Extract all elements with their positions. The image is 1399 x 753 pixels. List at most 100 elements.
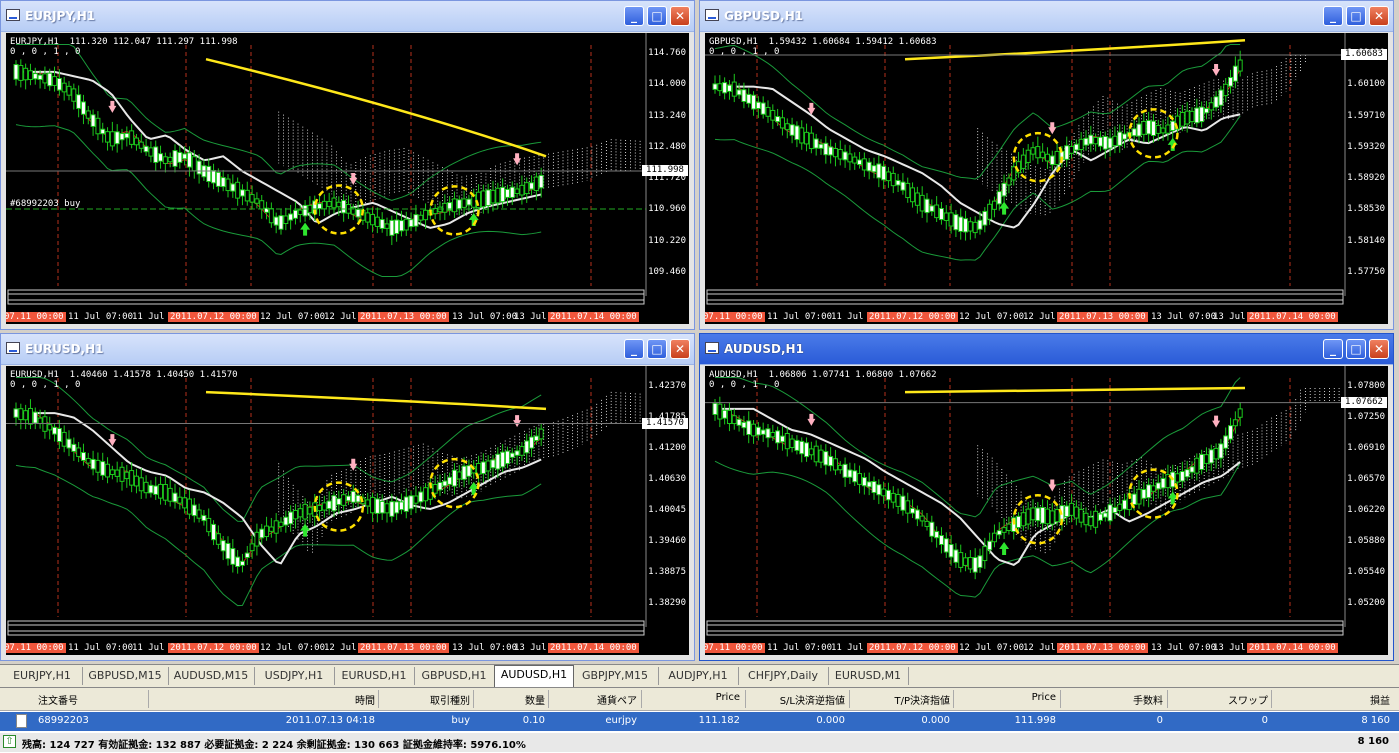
title-bar[interactable]: AUDUSD,H1 _ □ ✕ — [700, 334, 1393, 365]
chart-window-eurjpy[interactable]: EURJPY,H1 _ □ ✕ EURJPY,H1 111.320 112.04… — [0, 0, 695, 330]
candle-body — [760, 429, 766, 435]
chart-window-gbpusd[interactable]: GBPUSD,H1 _ □ ✕ GBPUSD,H1 1.59432 1.6068… — [699, 0, 1394, 330]
candle-body — [447, 476, 453, 485]
chart-canvas[interactable]: EURJPY,H1 111.320 112.047 111.297 111.99… — [6, 33, 689, 324]
column-header[interactable]: 時間 — [355, 692, 375, 707]
sell-arrow-icon — [1212, 64, 1221, 77]
candle-body — [273, 216, 279, 226]
time-tick-label: 2011.07.14 00:00 — [1247, 312, 1338, 322]
candle-body — [297, 209, 303, 215]
candle-body — [866, 481, 872, 488]
column-header[interactable]: 注文番号 — [38, 692, 78, 707]
column-divider[interactable] — [953, 690, 954, 708]
column-divider[interactable] — [1167, 690, 1168, 708]
column-divider[interactable] — [548, 690, 549, 708]
column-divider[interactable] — [148, 690, 149, 708]
column-header[interactable]: Price — [1032, 692, 1056, 703]
tab-item[interactable]: GBPUSD,M15 — [82, 667, 169, 685]
candle-body — [18, 65, 24, 81]
tab-item[interactable]: AUDUSD,M15 — [168, 667, 255, 685]
candle-body — [832, 458, 838, 471]
time-tick-label: 07.11 00:00 — [705, 312, 765, 322]
candle-body — [456, 471, 462, 480]
chart-canvas[interactable]: GBPUSD,H1 1.59432 1.60684 1.59412 1.6068… — [705, 33, 1388, 324]
price-tick-label: 1.59320 — [1347, 141, 1385, 152]
minimize-button[interactable]: _ — [1323, 339, 1343, 359]
column-divider[interactable] — [378, 690, 379, 708]
candle-body — [18, 408, 24, 421]
maximize-button[interactable]: □ — [1346, 6, 1366, 26]
candle-body — [288, 511, 294, 525]
maximize-button[interactable]: □ — [647, 6, 667, 26]
tab-item[interactable]: AUDJPY,H1 — [658, 667, 739, 685]
candle-body — [929, 205, 935, 212]
candle-body — [500, 451, 506, 468]
tab-item[interactable]: GBPUSD,H1 — [414, 667, 495, 685]
title-bar[interactable]: EURJPY,H1 _ □ ✕ — [1, 1, 694, 32]
price-tick-label: 110.960 — [648, 204, 686, 215]
close-button[interactable]: ✕ — [1369, 339, 1389, 359]
column-header[interactable]: T/P決済指値 — [894, 692, 950, 707]
column-divider[interactable] — [641, 690, 642, 708]
column-divider[interactable] — [473, 690, 474, 708]
tab-item[interactable]: EURUSD,M1 — [828, 667, 909, 685]
tab-item[interactable]: AUDUSD,H1 — [494, 665, 574, 687]
candle-body — [336, 201, 342, 208]
chart-window-icon — [6, 342, 20, 354]
table-cell: 111.998 — [1014, 715, 1056, 726]
tab-item[interactable]: USDJPY,H1 — [254, 667, 335, 685]
column-header[interactable]: Price — [716, 692, 740, 703]
column-header[interactable]: スワップ — [1228, 692, 1268, 707]
table-row[interactable]: 68992203 2011.07.13 04:18 buy 0.10 eurjpy 111… — [0, 712, 1399, 731]
window-title: AUDUSD,H1 — [724, 342, 804, 356]
column-header[interactable]: 通貨ペア — [597, 692, 637, 707]
column-divider[interactable] — [1060, 690, 1061, 708]
price-tick-label: 1.40045 — [648, 505, 686, 515]
title-bar[interactable]: EURUSD,H1 _ □ ✕ — [1, 334, 694, 365]
tab-item[interactable]: GBPJPY,M15 — [572, 667, 659, 685]
candle-body — [770, 431, 776, 438]
candle-body — [85, 457, 91, 464]
candle-body — [476, 462, 482, 475]
candle-body — [66, 438, 72, 449]
time-tick-label: 07.11 00:00 — [6, 312, 66, 322]
maximize-button[interactable]: □ — [1346, 339, 1366, 359]
minimize-button[interactable]: _ — [624, 6, 644, 26]
chart-window-audusd[interactable]: AUDUSD,H1 _ □ ✕ AUDUSD,H1 1.06806 1.0774… — [699, 333, 1394, 661]
tab-item[interactable]: EURUSD,H1 — [334, 667, 415, 685]
column-header[interactable]: 手数料 — [1133, 692, 1163, 707]
candle-body — [1040, 151, 1046, 159]
minimize-button[interactable]: _ — [1323, 6, 1343, 26]
column-header[interactable]: 取引種別 — [430, 692, 470, 707]
candle-body — [1189, 110, 1195, 123]
tab-item[interactable]: EURJPY,H1 — [2, 667, 83, 685]
close-button[interactable]: ✕ — [670, 6, 690, 26]
column-header[interactable]: 数量 — [525, 692, 545, 707]
window-title: GBPUSD,H1 — [724, 9, 804, 23]
column-divider[interactable] — [745, 690, 746, 708]
candle-body — [1150, 120, 1156, 136]
column-header[interactable]: 損益 — [1370, 692, 1390, 707]
tab-item[interactable]: CHFJPY,Daily — [738, 667, 829, 685]
candle-body — [538, 174, 544, 189]
table-cell: 0.10 — [522, 715, 545, 726]
table-cell: eurjpy — [605, 715, 637, 726]
candle-body — [374, 216, 380, 227]
column-divider[interactable] — [849, 690, 850, 708]
candle-body — [1232, 65, 1238, 82]
price-tick-label: 114.760 — [648, 48, 686, 58]
maximize-button[interactable]: □ — [647, 339, 667, 359]
candle-body — [1117, 131, 1123, 146]
close-button[interactable]: ✕ — [1369, 6, 1389, 26]
close-button[interactable]: ✕ — [670, 339, 690, 359]
column-header[interactable]: S/L決済逆指値 — [780, 692, 845, 707]
chart-header: AUDUSD,H1 1.06806 1.07741 1.06800 1.0766… — [709, 370, 937, 390]
chart-canvas[interactable]: EURUSD,H1 1.40460 1.41578 1.40450 1.4157… — [6, 366, 689, 655]
chart-canvas[interactable]: AUDUSD,H1 1.06806 1.07741 1.06800 1.0766… — [705, 366, 1388, 655]
candle-body — [509, 452, 515, 458]
title-bar[interactable]: GBPUSD,H1 _ □ ✕ — [700, 1, 1393, 32]
minimize-button[interactable]: _ — [624, 339, 644, 359]
column-divider[interactable] — [1271, 690, 1272, 708]
chart-window-eurusd[interactable]: EURUSD,H1 _ □ ✕ EURUSD,H1 1.40460 1.4157… — [0, 333, 695, 661]
candle-body — [828, 146, 834, 156]
